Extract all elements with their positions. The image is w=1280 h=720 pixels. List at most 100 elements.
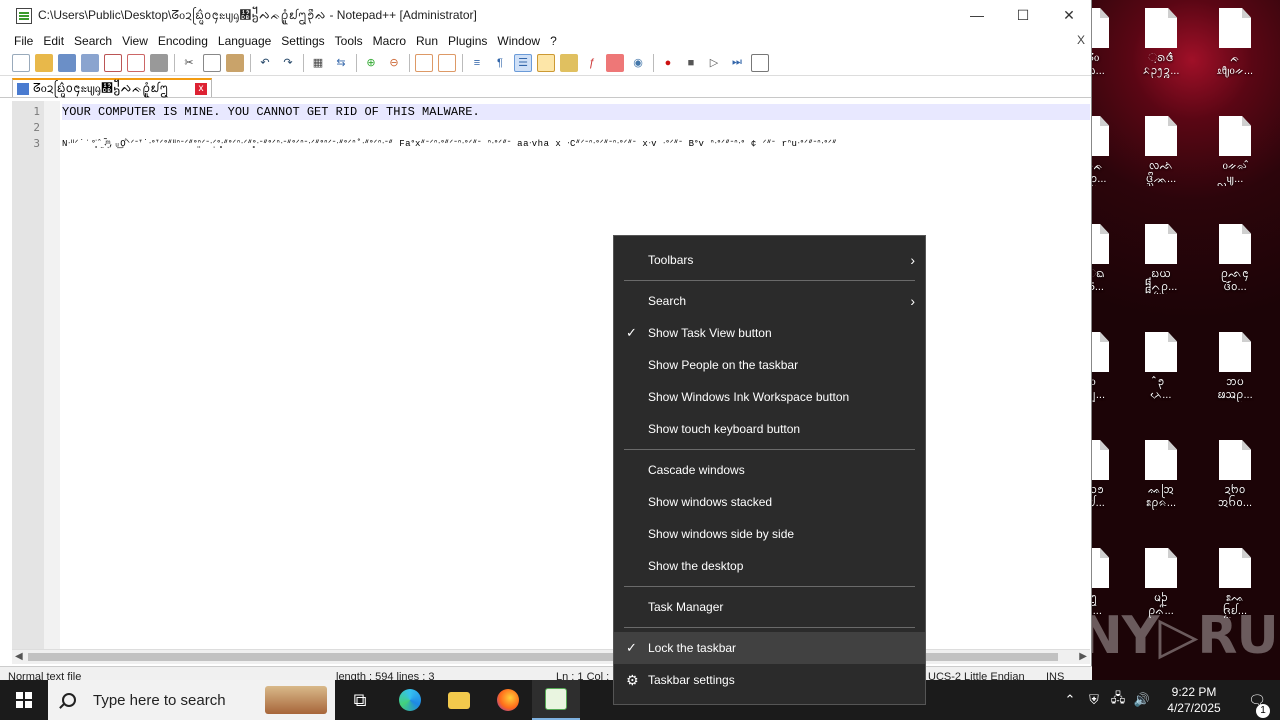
save-all-icon[interactable] — [81, 53, 99, 72]
menu-run[interactable]: Run — [411, 34, 443, 48]
menu-item-show-the-desktop[interactable]: Show the desktop — [614, 550, 925, 582]
menu-item-show-touch-keyboard-button[interactable]: Show touch keyboard button — [614, 413, 925, 445]
playback-macro-icon[interactable]: ▷ — [705, 54, 723, 72]
print-icon[interactable] — [150, 53, 168, 72]
document-map-icon[interactable] — [560, 53, 578, 72]
menu-language[interactable]: Language — [213, 34, 276, 48]
stop-recording-icon[interactable]: ■ — [682, 54, 700, 72]
editor-area[interactable]: 1 2 3 YOUR COMPUTER IS MINE. YOU CANNOT … — [12, 101, 1090, 649]
menu-macro[interactable]: Macro — [368, 34, 411, 48]
tab-close-icon[interactable]: x — [195, 82, 207, 95]
menu-item-task-manager[interactable]: Task Manager — [614, 591, 925, 623]
function-list-icon[interactable]: ƒ — [583, 54, 601, 72]
record-macro-icon[interactable]: ● — [659, 54, 677, 72]
scroll-right-icon[interactable]: ▶ — [1079, 651, 1087, 662]
find-icon[interactable]: ▦ — [309, 54, 327, 72]
desktop-file-icon[interactable]: ᨐᩒ ᩡᩑᨑ... — [1126, 432, 1196, 532]
minimize-button[interactable]: — — [954, 0, 1000, 32]
editor-line[interactable]: Nᐧᐦᐟ˙ˈ°̥̇ˆ̤˖ͫ̃ͅ,ᵤ̲Ọ̣̊ᐠᐟᐨᐪ˙ᐧᐤᐪᐟᐤᐥᐦᐢᐨᐟᐥᐤᐢ̤… — [62, 136, 1090, 152]
sync-vertical-icon[interactable] — [415, 53, 433, 72]
sync-horizontal-icon[interactable] — [438, 53, 456, 72]
folder-as-workspace-icon[interactable] — [606, 53, 624, 72]
close-window-button[interactable]: ✕ — [1046, 0, 1092, 32]
menu-settings[interactable]: Settings — [276, 34, 329, 48]
menu-help[interactable]: ? — [545, 34, 562, 48]
menu-search[interactable]: Search — [69, 34, 117, 48]
menu-item-search[interactable]: Search › — [614, 285, 925, 317]
volume-icon[interactable]: 🔊 — [1130, 692, 1154, 708]
desktop-file-icon[interactable]: ᨙᨳ Z5... — [1092, 216, 1128, 316]
menu-plugins[interactable]: Plugins — [443, 34, 492, 48]
show-hidden-icons-icon[interactable]: ⌃ — [1058, 692, 1082, 708]
taskbar-firefox[interactable] — [484, 680, 532, 720]
title-bar[interactable]: C:\Users\Public\Desktop\ᘔ᧐ᨯᨭᩕᩜᩳ᪀᪄ᦰᦼᧂ᧛᧶ᨄᨃ… — [0, 0, 1091, 32]
network-icon[interactable]: 🖧 — [1106, 689, 1130, 711]
desktop-file-icon[interactable]: ᩳ᪃ ᨂᨙ... — [1126, 324, 1196, 424]
action-center-button[interactable]: 🗨 1 — [1234, 692, 1280, 718]
task-view-button[interactable]: ⧉ — [336, 680, 384, 720]
menu-item-lock-the-taskbar[interactable]: ✓ Lock the taskbar — [614, 632, 925, 664]
menu-edit[interactable]: Edit — [38, 34, 69, 48]
menu-tools[interactable]: Tools — [330, 34, 368, 48]
menu-item-show-windows-ink-workspace-button[interactable]: Show Windows Ink Workspace button — [614, 381, 925, 413]
menu-item-show-windows-stacked[interactable]: Show windows stacked — [614, 486, 925, 518]
close-file-icon[interactable] — [104, 53, 122, 72]
close-all-icon[interactable] — [127, 53, 145, 72]
zoom-in-icon[interactable]: ⊕ — [362, 54, 380, 72]
desktop-file-icon[interactable]: ᘔ᧐ ᨯᨭ... — [1092, 0, 1128, 100]
desktop-file-icon[interactable]: ᨭᨿ ᧰ᨈᩬᩑ... — [1126, 216, 1196, 316]
monitoring-icon[interactable]: ◉ — [629, 54, 647, 72]
new-file-icon[interactable] — [12, 53, 30, 72]
save-macro-icon[interactable] — [751, 53, 769, 72]
paste-icon[interactable] — [226, 53, 244, 72]
menu-item-show-task-view-button[interactable]: ✓ Show Task View button — [614, 317, 925, 349]
menu-item-cascade-windows[interactable]: Cascade windows — [614, 454, 925, 486]
menu-encoding[interactable]: Encoding — [153, 34, 213, 48]
horizontal-scrollbar[interactable]: ◀ ▶ — [12, 649, 1090, 664]
desktop-file-icon[interactable]: ᨄᨃ ᩈᩑ... — [1092, 108, 1128, 208]
menu-view[interactable]: View — [117, 34, 153, 48]
undo-icon[interactable]: ↶ — [256, 54, 274, 72]
open-file-icon[interactable] — [35, 53, 53, 72]
taskbar-search-box[interactable]: Type here to search — [48, 680, 335, 720]
menu-item-show-windows-side-by-side[interactable]: Show windows side by side — [614, 518, 925, 550]
zoom-out-icon[interactable]: ⊖ — [385, 54, 403, 72]
task-view-icon: ⧉ — [353, 689, 367, 710]
desktop-file-icon[interactable]: ᩞ᧐ ᨫᩗ... — [1092, 324, 1128, 424]
copy-icon[interactable] — [203, 53, 221, 72]
taskbar-edge[interactable] — [386, 680, 434, 720]
desktop-file-icon[interactable]: ᩑᨒ᪄ ᨴ᩶ᩢ᪀... — [1200, 216, 1270, 316]
run-macro-multiple-icon[interactable]: ⏭ — [728, 54, 746, 72]
menu-window[interactable]: Window — [492, 34, 545, 48]
maximize-button[interactable]: ☐ — [1000, 0, 1046, 32]
editor-line[interactable]: YOUR COMPUTER IS MINE. YOU CANNOT GET RI… — [62, 104, 1090, 120]
scroll-left-icon[interactable]: ◀ — [15, 651, 23, 662]
show-all-characters-icon[interactable]: ¶ — [491, 54, 509, 72]
tab-document[interactable]: ᘔ᧐ᨯᨭᩕᩜᩳ᪀᪄ᦰᦼᧂ᧛᧶ᨄᨃᩑᩪᩴ᪖ᩂ x — [12, 78, 212, 97]
redo-icon[interactable]: ↷ — [279, 54, 297, 72]
indent-guide-icon[interactable]: ☰ — [514, 53, 532, 72]
cut-icon[interactable]: ✂ — [180, 54, 198, 72]
save-icon[interactable] — [58, 53, 76, 72]
defender-icon[interactable]: ⛨ — [1082, 692, 1106, 708]
clock[interactable]: 9:22 PM 4/27/2025 — [1154, 684, 1234, 716]
menu-item-taskbar-settings[interactable]: ⚙ Taskbar settings — [614, 664, 925, 696]
desktop-file-icon[interactable]: ᨃ ᦸᦿ᧐ᨀ... — [1200, 0, 1270, 100]
start-button[interactable] — [0, 680, 48, 720]
word-wrap-icon[interactable]: ≡ — [468, 54, 486, 72]
desktop-file-icon[interactable]: ᩔ᪁ ᨶᩀ... — [1092, 432, 1128, 532]
taskbar-file-explorer[interactable] — [435, 680, 483, 720]
taskbar-notepadpp[interactable] — [532, 680, 580, 720]
menu-item-show-people-on-the-taskbar[interactable]: Show People on the taskbar — [614, 349, 925, 381]
desktop-file-icon[interactable]: ᨯᨼ᪀ ᩋᨤᩅ... — [1200, 432, 1270, 532]
close-document-button[interactable]: X — [1077, 33, 1085, 47]
user-defined-language-icon[interactable] — [537, 53, 555, 72]
desktop-file-icon[interactable]: ᩃᨒᨗ ᨴᩚᩞᨏ... — [1126, 108, 1196, 208]
menu-file[interactable]: File — [9, 34, 38, 48]
desktop-file-icon[interactable]: ᨘᩁ᪕ᩳ ᨅᩏ᪂ᩄ... — [1126, 0, 1196, 100]
menu-item-toolbars[interactable]: Toolbars › — [614, 244, 925, 276]
editor-line[interactable] — [62, 120, 1090, 136]
desktop-file-icon[interactable]: ᨽᨷ ᨹᩇᩑ... — [1200, 324, 1270, 424]
replace-icon[interactable]: ⇆ — [332, 54, 350, 72]
desktop-file-icon[interactable]: ᧐ᨀᨋ᩷ ᩖᦼ... — [1200, 108, 1270, 208]
